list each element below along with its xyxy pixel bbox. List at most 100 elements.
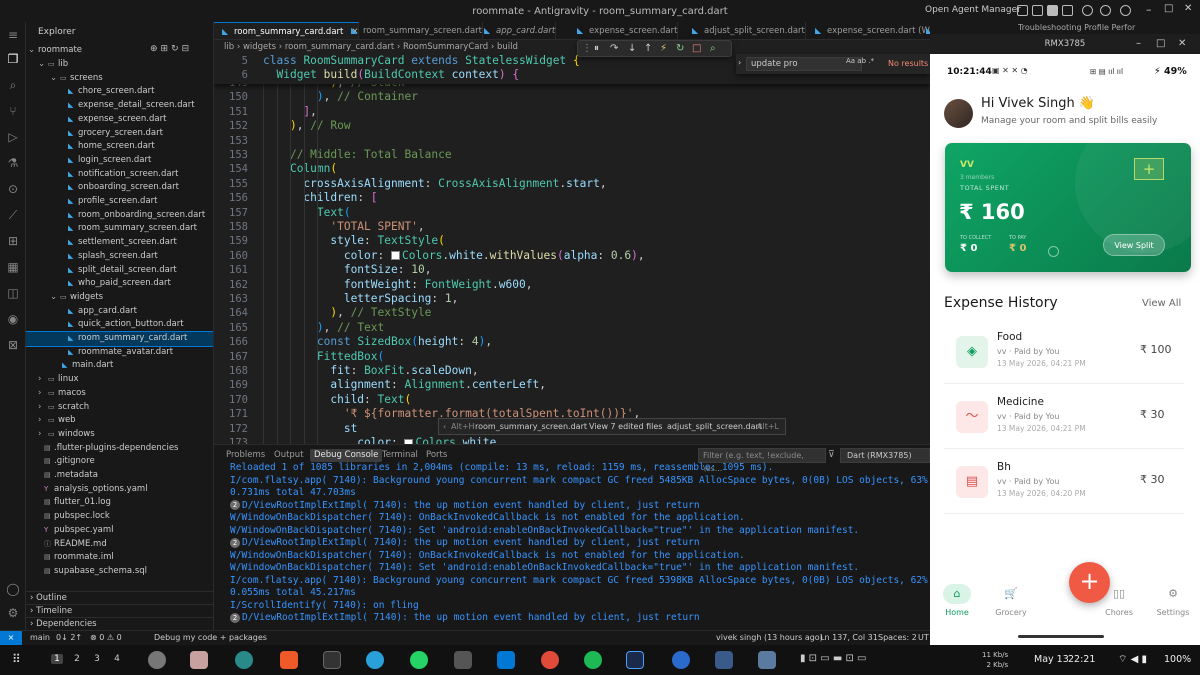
menu-icon[interactable]: ≡ xyxy=(6,28,20,42)
tree-item[interactable]: › ▭ windows xyxy=(26,428,213,442)
breadcrumb-item[interactable]: build xyxy=(497,42,518,52)
nav-grocery[interactable]: 🛒 Grocery xyxy=(984,584,1038,617)
drag-handle-icon[interactable]: ⋮ xyxy=(582,43,592,54)
step-into-icon[interactable]: ↓ xyxy=(628,43,636,54)
grid-icon[interactable]: ⊠ xyxy=(6,338,20,352)
add-expense-icon[interactable]: + xyxy=(1134,158,1164,180)
restart-icon[interactable]: ↻ xyxy=(676,43,684,54)
code-line[interactable]: // Middle: Total Balance xyxy=(263,148,452,161)
toggle-sidebar-icon[interactable] xyxy=(1017,5,1028,16)
code-line[interactable]: ), // Text xyxy=(263,321,384,334)
room-summary-card[interactable]: VV 3 members TOTAL SPENT ₹ 160 TO COLLEC… xyxy=(945,143,1191,272)
settings-app-icon[interactable] xyxy=(148,651,166,669)
workspace-4[interactable]: 4 xyxy=(111,654,123,664)
vscode-app-icon[interactable] xyxy=(497,651,515,669)
tree-item[interactable]: ◣ home_screen.dart xyxy=(26,140,213,154)
outline-section[interactable]: › Outline xyxy=(26,591,213,604)
close-icon[interactable]: ✕ xyxy=(1184,3,1192,14)
tree-item[interactable]: ◣ login_screen.dart xyxy=(26,154,213,168)
terminal-app-icon[interactable] xyxy=(323,651,341,669)
panel-tab-output[interactable]: Output xyxy=(270,449,308,462)
tree-item[interactable]: ◣ splash_screen.dart xyxy=(26,250,213,264)
tree-item[interactable]: ◣ room_onboarding_screen.dart xyxy=(26,209,213,223)
app-icon-2[interactable] xyxy=(715,651,733,669)
tree-item[interactable]: ◣ app_card.dart xyxy=(26,305,213,319)
whatsapp-app-icon[interactable] xyxy=(410,651,428,669)
postgres-app-icon[interactable] xyxy=(758,651,776,669)
system-tray-icons[interactable]: ⌔ ◀ ▮ xyxy=(1118,653,1147,666)
code-line[interactable]: ), // TextStyle xyxy=(263,306,431,319)
encoding-status[interactable]: UT xyxy=(918,631,929,645)
emulator-minimize-icon[interactable]: – xyxy=(1136,34,1141,54)
devtools-icon[interactable]: ⌕ xyxy=(710,43,716,54)
branch-status[interactable]: main xyxy=(30,631,50,645)
chrome-app-icon[interactable] xyxy=(541,651,559,669)
tree-item[interactable]: ⌄ ▭ screens xyxy=(26,72,213,86)
github-icon[interactable]: ◉ xyxy=(6,312,20,326)
tree-item[interactable]: › ▭ scratch xyxy=(26,401,213,415)
explorer-actions[interactable]: ⊕⊞↻⊟ xyxy=(150,44,192,54)
code-editor[interactable]: 149 ), // Stack150 ), // Container151 ],… xyxy=(214,54,930,444)
chevron-right-icon[interactable]: › xyxy=(738,58,741,67)
workspace-3[interactable]: 3 xyxy=(91,654,103,664)
tree-item[interactable]: ◣ room_summary_screen.dart xyxy=(26,222,213,236)
tree-item[interactable]: ◣ split_detail_screen.dart xyxy=(26,264,213,278)
tab-room-summary-screen-dart[interactable]: ◣ room_summary_screen.dart xyxy=(343,22,483,39)
source-control-icon[interactable]: ⑂ xyxy=(6,104,20,118)
breadcrumb-item[interactable]: RoomSummaryCard xyxy=(403,42,488,52)
filter-icon[interactable]: ⊽ xyxy=(828,450,835,460)
tree-item[interactable]: ◣ grocery_screen.dart xyxy=(26,127,213,141)
code-line[interactable]: fit: BoxFit.scaleDown, xyxy=(263,364,478,377)
tree-item[interactable]: ⌄ ▭ lib xyxy=(26,58,213,72)
workspace-1[interactable]: 1 xyxy=(51,654,63,664)
flutter-icon[interactable]: ⟋ xyxy=(6,208,20,222)
tree-item[interactable]: ▤ .flutter-plugins-dependencies xyxy=(26,442,213,456)
problems-status[interactable]: ⊗ 0 ⚠ 0 xyxy=(90,631,122,645)
code-line[interactable]: color: Colors.white.withValues(alpha: 0.… xyxy=(263,249,645,262)
tray-icons[interactable]: ▮ ⊡ ▭ ▬ ⊡ ▭ xyxy=(800,653,867,664)
tree-item[interactable]: ◣ notification_screen.dart xyxy=(26,168,213,182)
pause-icon[interactable]: ⏸ xyxy=(594,43,599,54)
tab-room-summary-card-dart[interactable]: ◣ room_summary_card.dart ✕ xyxy=(214,22,360,39)
dependencies-section[interactable]: › Dependencies xyxy=(26,617,213,630)
switcher-item-adjust-split[interactable]: adjust_split_screen.dart xyxy=(667,419,762,434)
breadcrumb-item[interactable]: room_summary_card.dart xyxy=(285,42,394,52)
expense-item[interactable]: ▤ Bh vv · Paid by You 13 May 2026, 04:20 PM… xyxy=(944,456,1184,514)
account-icon[interactable] xyxy=(1100,5,1111,16)
sticky-line[interactable]: Widget build(BuildContext context) { xyxy=(263,68,519,81)
date[interactable]: May 13 xyxy=(1034,654,1069,665)
emulator-maximize-icon[interactable]: □ xyxy=(1156,34,1165,54)
timeline-section[interactable]: › Timeline xyxy=(26,604,213,617)
breadcrumb-item[interactable]: lib xyxy=(224,42,234,52)
breadcrumb-item[interactable]: widgets xyxy=(243,42,276,52)
cursor-position-status[interactable]: Ln 137, Col 31 xyxy=(820,631,878,645)
code-line[interactable]: fontSize: 10, xyxy=(263,263,432,276)
view-all-link[interactable]: View All xyxy=(1142,298,1181,309)
panel-tab-debug-console[interactable]: Debug Console xyxy=(310,449,383,462)
tree-item[interactable]: ◣ quick_action_button.dart xyxy=(26,318,213,332)
git-blame-status[interactable]: vivek singh (13 hours ago) xyxy=(716,631,823,645)
tree-item[interactable]: ▤ supabase_schema.sql xyxy=(26,565,213,579)
minimize-icon[interactable]: – xyxy=(1146,3,1152,16)
tab-expense-screen-dart-workin[interactable]: ◣ expense_screen.dart (Workin xyxy=(807,22,930,39)
remote-indicator-icon[interactable]: ⨯ xyxy=(0,631,22,646)
indentation-status[interactable]: Spaces: 2 xyxy=(878,631,917,645)
tree-item[interactable]: › ▭ macos xyxy=(26,387,213,401)
tree-item[interactable]: ⌄ ▭ widgets xyxy=(26,291,213,305)
brave-app-icon[interactable] xyxy=(280,651,298,669)
tab-troubleshooting-profile-perfor[interactable]: ◣Troubleshooting Profile Perfor xyxy=(918,22,930,39)
nav-home[interactable]: ⌂ Home xyxy=(930,584,984,617)
tree-item[interactable]: ◣ onboarding_screen.dart xyxy=(26,181,213,195)
debug-session-select[interactable]: Dart (RMX3785) xyxy=(840,448,930,463)
code-line[interactable]: Column( xyxy=(263,162,337,175)
chevron-left-icon[interactable]: ‹ xyxy=(443,419,446,434)
hot-reload-icon[interactable]: ⚡ xyxy=(660,43,667,54)
run-debug-icon[interactable]: ▷ xyxy=(6,130,20,144)
app-store-icon[interactable] xyxy=(672,651,690,669)
sticky-line[interactable]: class RoomSummaryCard extends StatelessW… xyxy=(263,54,580,67)
telegram-app-icon[interactable] xyxy=(366,651,384,669)
maximize-icon[interactable]: □ xyxy=(1164,3,1173,14)
settings-icon[interactable]: ⚙ xyxy=(6,606,20,620)
tree-item[interactable]: › ▭ web xyxy=(26,414,213,428)
code-line[interactable]: alignment: Alignment.centerLeft, xyxy=(263,378,546,391)
